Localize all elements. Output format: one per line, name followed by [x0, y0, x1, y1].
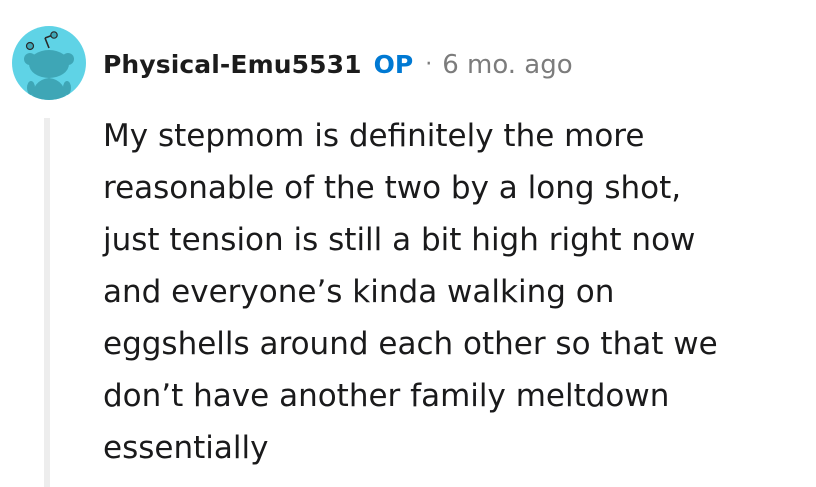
- comment-meta: Physical-Emu5531 OP · 6 mo. ago: [103, 46, 573, 84]
- comment-body-line: don’t have another family meltdown: [103, 378, 670, 414]
- avatar[interactable]: [12, 26, 86, 100]
- comment-body: My stepmom is definitely the more reasona…: [103, 110, 793, 474]
- comment-body-line: just tension is still a bit high right n…: [103, 222, 696, 258]
- op-badge: OP: [373, 50, 414, 79]
- snoo-avatar-icon: [24, 31, 74, 100]
- comment-timestamp[interactable]: 6 mo. ago: [442, 46, 572, 84]
- comment-body-line: reasonable of the two by a long shot,: [103, 170, 682, 206]
- comment: Physical-Emu5531 OP · 6 mo. ago My stepm…: [0, 0, 816, 487]
- author-name[interactable]: Physical-Emu5531: [103, 46, 362, 84]
- comment-body-line: eggshells around each other so that we: [103, 326, 718, 362]
- separator-dot: ·: [425, 52, 433, 77]
- comment-body-line: My stepmom is definitely the more: [103, 118, 645, 154]
- comment-body-line: and everyone’s kinda walking on: [103, 274, 615, 310]
- comment-body-line: essentially: [103, 430, 269, 466]
- thread-collapse-line[interactable]: [44, 118, 50, 487]
